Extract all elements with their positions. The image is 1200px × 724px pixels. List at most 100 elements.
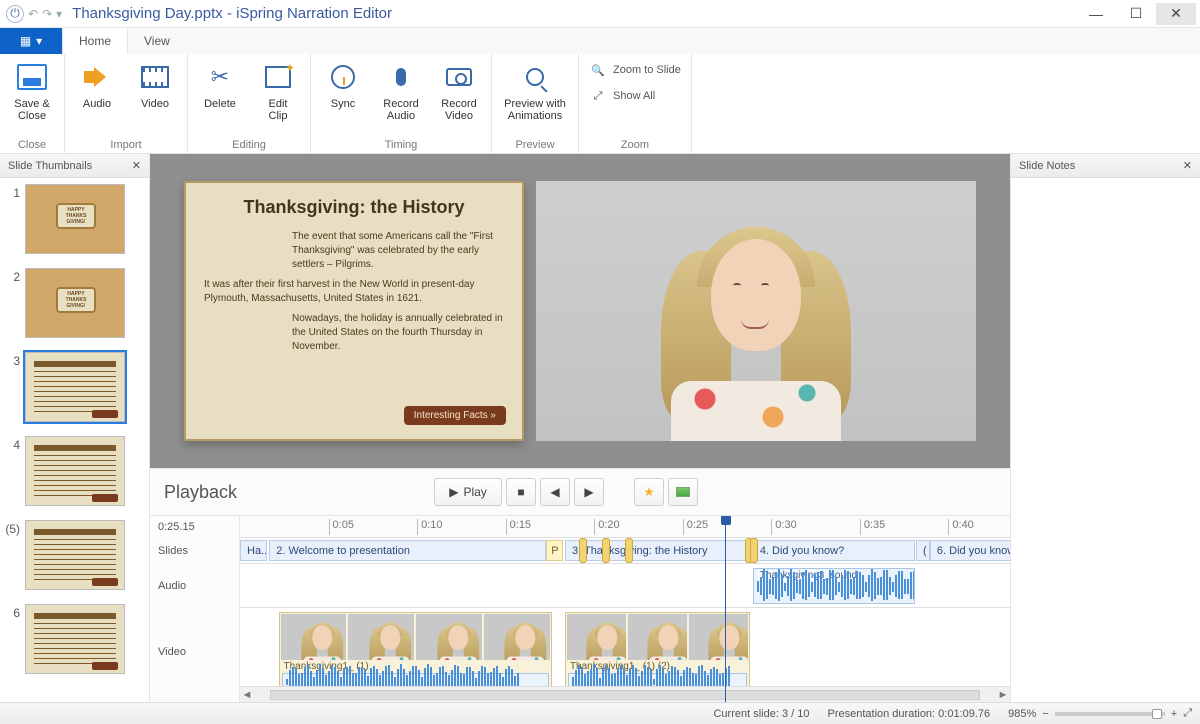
slide-thumbnail[interactable]: 2HAPPYTHANKSGIVING!	[4, 268, 145, 338]
animation-marker[interactable]	[602, 538, 610, 563]
audio-clip[interactable]: Thanksgiving3_sound	[753, 568, 915, 604]
zoom-thumb[interactable]	[1152, 709, 1162, 719]
zoom-to-slide-button[interactable]: 🔍Zoom to Slide	[587, 58, 683, 82]
maximize-button[interactable]: ☐	[1116, 3, 1156, 25]
next-icon: ▶	[584, 485, 593, 499]
timeline-scrollbar[interactable]: ◄ ►	[240, 686, 1010, 702]
preview-button[interactable]: Preview withAnimations	[500, 58, 570, 122]
record-audio-button[interactable]: RecordAudio	[377, 58, 425, 122]
flag-button[interactable]	[668, 478, 698, 506]
zoom-slider[interactable]	[1055, 712, 1165, 716]
group-editing: ✂Delete EditClip Editing	[188, 54, 311, 153]
edit-clip-button[interactable]: EditClip	[254, 58, 302, 122]
minimize-button[interactable]: —	[1076, 3, 1116, 25]
slide-block[interactable]: 4. Did you know?	[753, 540, 915, 561]
import-video-button[interactable]: Video	[131, 58, 179, 110]
video-frame	[281, 614, 347, 660]
group-label: Editing	[196, 137, 302, 151]
timeline-area[interactable]: 0:050:100:150:200:250:300:350:40 Ha...2.…	[240, 516, 1010, 702]
redo-icon[interactable]: ↷	[42, 7, 52, 21]
slide-thumbnail[interactable]: 3	[4, 352, 145, 422]
slide-block[interactable]: Ha...	[240, 540, 267, 561]
flag-icon	[676, 487, 690, 497]
slide-text: Nowadays, the holiday is annually celebr…	[292, 312, 504, 354]
bookmark-button[interactable]: ★	[634, 478, 664, 506]
video-frame	[348, 614, 414, 660]
stopwatch-icon	[331, 65, 355, 89]
zoom-control[interactable]: 985% − + ⤢	[1008, 707, 1192, 720]
status-current-slide: Current slide: 3 / 10	[713, 708, 809, 720]
thumbnail-image	[25, 352, 125, 422]
group-zoom: 🔍Zoom to Slide ⤢Show All Zoom	[579, 54, 692, 153]
thumbnail-list[interactable]: 1HAPPYTHANKSGIVING! 2HAPPYTHANKSGIVING! 3 4…	[0, 178, 149, 702]
record-video-button[interactable]: RecordVideo	[435, 58, 483, 122]
zoom-out-icon[interactable]: −	[1042, 708, 1048, 720]
slides-track[interactable]: Ha...2. Welcome to presentationP3. Thank…	[240, 538, 1010, 564]
slide-title: Thanksgiving: the History	[204, 197, 504, 218]
sync-button[interactable]: Sync	[319, 58, 367, 110]
slide-block[interactable]: 2. Welcome to presentation	[269, 540, 546, 561]
timeline-ruler[interactable]: 0:050:100:150:200:250:300:350:40	[240, 516, 1010, 538]
close-button[interactable]: ✕	[1156, 3, 1196, 25]
video-clip[interactable]: Thanksgiving1_ (1)	[279, 612, 552, 690]
audio-track[interactable]: Thanksgiving3_sound	[240, 564, 1010, 608]
thumbnail-image: HAPPYTHANKSGIVING!	[25, 184, 125, 254]
video-frame	[484, 614, 550, 660]
close-panel-icon[interactable]: ✕	[1183, 159, 1192, 172]
track-label-slides: Slides	[158, 538, 231, 564]
slide-block[interactable]: (	[916, 540, 930, 561]
slide-block[interactable]: 6. Did you know?	[930, 540, 1010, 561]
group-label: Zoom	[587, 137, 683, 151]
video-clip[interactable]: Thanksgiving1_ (1) (2)	[565, 612, 750, 690]
main-area: Slide Thumbnails ✕ 1HAPPYTHANKSGIVING!2H…	[0, 154, 1200, 702]
zoom-fit-icon[interactable]: ⤢	[1183, 707, 1192, 720]
undo-icon[interactable]: ↶	[28, 7, 38, 21]
slide-thumbnail[interactable]: 1HAPPYTHANKSGIVING!	[4, 184, 145, 254]
group-label: Timing	[319, 137, 483, 151]
stop-button[interactable]: ■	[506, 478, 536, 506]
animation-marker[interactable]	[750, 538, 758, 563]
zoom-in-icon[interactable]: +	[1171, 708, 1177, 720]
app-icon[interactable]: ⏻	[6, 5, 24, 23]
notes-header: Slide Notes ✕	[1011, 154, 1200, 178]
thumbnail-image	[25, 436, 125, 506]
chevron-down-icon: ▾	[36, 34, 42, 48]
close-panel-icon[interactable]: ✕	[132, 159, 141, 172]
delete-button[interactable]: ✂Delete	[196, 58, 244, 110]
pause-block[interactable]: P	[546, 540, 563, 561]
group-label: Preview	[500, 137, 570, 151]
prev-button[interactable]: ◀	[540, 478, 570, 506]
status-duration: Presentation duration: 0:01:09.76	[827, 708, 990, 720]
ruler-tick: 0:05	[329, 519, 354, 535]
scroll-track[interactable]	[270, 690, 980, 700]
video-track[interactable]: Thanksgiving1_ (1)Thanksgiving1_ (1) (2)	[240, 608, 1010, 696]
slide-thumbnail[interactable]: 4	[4, 436, 145, 506]
slide-thumbnail[interactable]: (5)	[4, 520, 145, 590]
thumbnail-image	[25, 604, 125, 674]
animation-marker[interactable]	[579, 538, 587, 563]
file-menu[interactable]: ▦▾	[0, 28, 62, 54]
play-button[interactable]: ▶Play	[434, 478, 502, 506]
playback-heading: Playback	[164, 482, 364, 503]
dropdown-icon[interactable]: ▾	[56, 7, 62, 21]
import-audio-button[interactable]: Audio	[73, 58, 121, 110]
save-close-button[interactable]: Save &Close	[8, 58, 56, 122]
zoom-slide-icon: 🔍	[589, 61, 607, 79]
next-button[interactable]: ▶	[574, 478, 604, 506]
show-all-icon: ⤢	[589, 87, 607, 105]
microphone-icon	[396, 68, 406, 86]
notes-body[interactable]	[1011, 178, 1200, 702]
star-icon: ★	[644, 485, 655, 499]
playhead[interactable]	[725, 516, 726, 702]
animation-marker[interactable]	[625, 538, 633, 563]
tab-home[interactable]: Home	[62, 28, 128, 54]
tab-view[interactable]: View	[128, 28, 187, 54]
slide-block[interactable]: 3. Thanksgiving: the History	[565, 540, 750, 561]
scroll-right-icon[interactable]: ►	[996, 689, 1010, 701]
scroll-left-icon[interactable]: ◄	[240, 689, 254, 701]
ribbon: Save &Close Close Audio Video Import ✂De…	[0, 54, 1200, 154]
play-icon: ▶	[449, 485, 458, 499]
slide-thumbnails-panel: Slide Thumbnails ✕ 1HAPPYTHANKSGIVING!2H…	[0, 154, 150, 702]
show-all-button[interactable]: ⤢Show All	[587, 84, 657, 108]
slide-thumbnail[interactable]: 6	[4, 604, 145, 674]
